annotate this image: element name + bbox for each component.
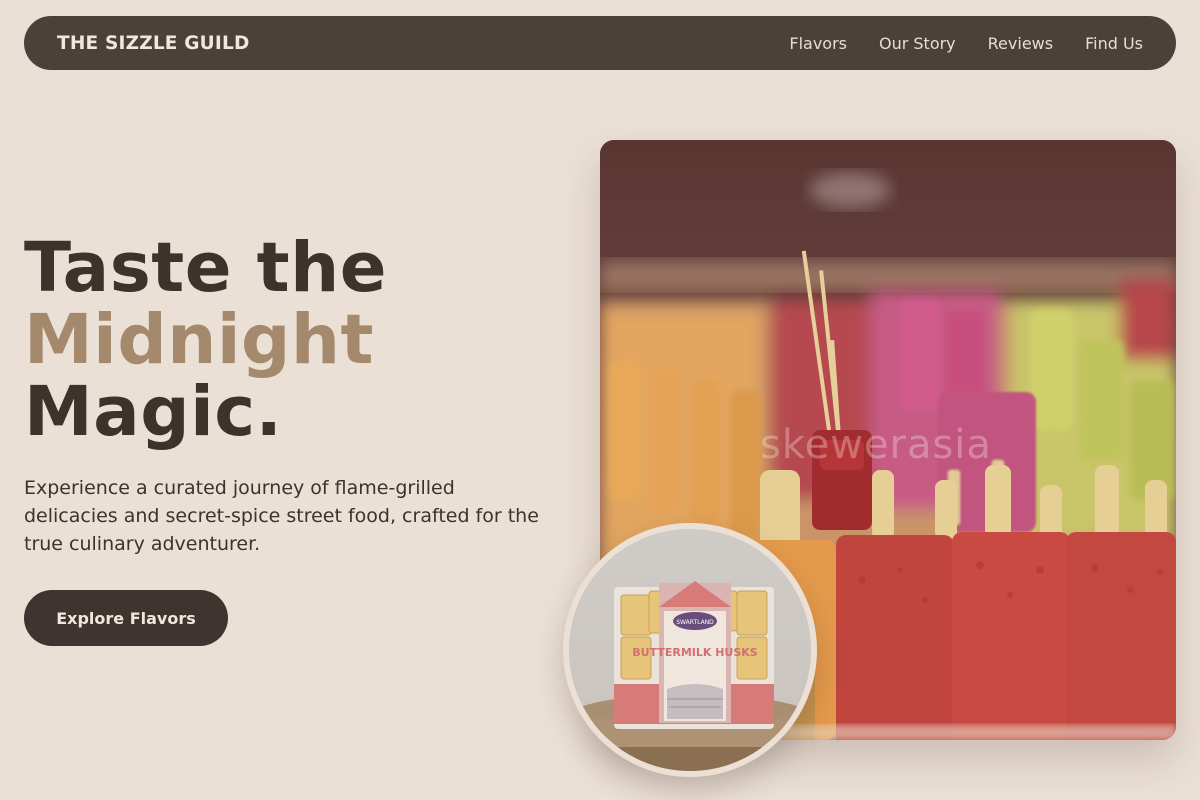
nav-link-flavors[interactable]: Flavors (789, 34, 847, 53)
hero-description: Experience a curated journey of flame-gr… (24, 477, 539, 555)
package-product-text: BUTTERMILK HUSKS (632, 646, 758, 659)
hero-title-line-3: Magic. (24, 372, 283, 452)
nav-link-find-us[interactable]: Find Us (1085, 34, 1143, 53)
nav-link-reviews[interactable]: Reviews (988, 34, 1053, 53)
package-brand-text: SWARTLAND (676, 619, 714, 626)
image-watermark: skewerasia (760, 422, 992, 468)
nav-link-our-story[interactable]: Our Story (879, 34, 956, 53)
brand-logo[interactable]: THE SIZZLE GUILD (57, 33, 250, 54)
hero-title-accent: Midnight (24, 300, 374, 380)
top-navbar: THE SIZZLE GUILD Flavors Our Story Revie… (24, 16, 1176, 70)
husks-product-photo: SWARTLAND BUTTERMILK HUSKS (563, 523, 817, 777)
husks-package-illustration: SWARTLAND BUTTERMILK HUSKS (569, 529, 811, 771)
nav-links: Flavors Our Story Reviews Find Us (789, 34, 1143, 53)
explore-flavors-button[interactable]: Explore Flavors (24, 590, 228, 646)
hero-title-line-1: Taste the (24, 228, 388, 308)
hero-title: Taste the Midnight Magic. (24, 232, 387, 448)
